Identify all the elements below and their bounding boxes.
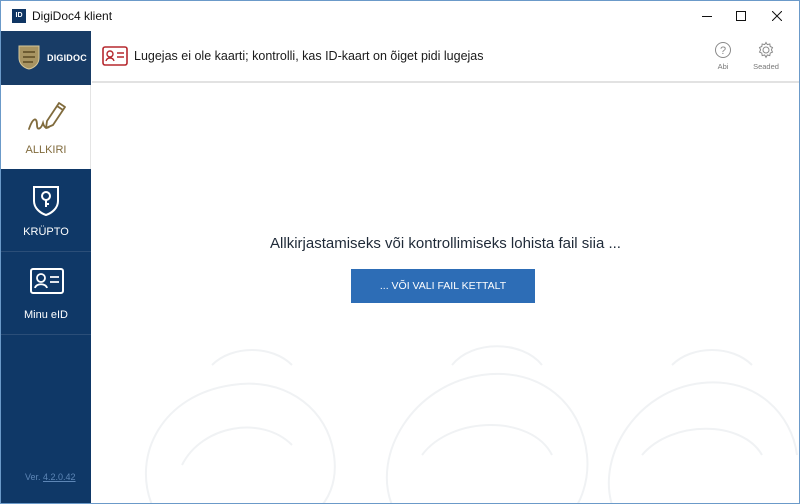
close-icon bbox=[772, 11, 782, 21]
sidebar-item-label: KRÜPTO bbox=[23, 226, 69, 238]
brand-name: DIGIDOC bbox=[47, 53, 87, 63]
window-title: DigiDoc4 klient bbox=[32, 9, 113, 23]
sidebar-item-crypto[interactable]: KRÜPTO bbox=[1, 169, 91, 252]
card-status-message: Lugejas ei ole kaarti; kontrolli, kas ID… bbox=[134, 49, 484, 63]
version-info: Ver. 4.2.0.42 bbox=[25, 472, 76, 482]
minimize-button[interactable] bbox=[689, 1, 725, 31]
sidebar-item-signature[interactable]: ALLKIRI bbox=[1, 85, 91, 169]
svg-text:?: ? bbox=[720, 45, 726, 57]
drop-zone[interactable]: Allkirjastamiseks või kontrollimiseks lo… bbox=[92, 85, 799, 503]
help-icon: ? bbox=[715, 42, 731, 58]
id-card-warning-icon bbox=[102, 46, 128, 66]
gear-icon bbox=[758, 41, 774, 59]
close-button[interactable] bbox=[759, 1, 795, 31]
coat-of-arms-watermark bbox=[144, 345, 798, 503]
version-link[interactable]: 4.2.0.42 bbox=[43, 472, 76, 482]
maximize-button[interactable] bbox=[723, 1, 759, 31]
id-card-icon bbox=[30, 268, 64, 294]
help-button[interactable]: ? Abi bbox=[703, 41, 743, 75]
minimize-icon bbox=[702, 16, 712, 17]
choose-file-button[interactable]: ... VÕI VALI FAIL KETTALT bbox=[351, 269, 535, 303]
sidebar-item-label: Minu eID bbox=[23, 309, 69, 321]
coat-of-arms-icon bbox=[18, 45, 40, 70]
sidebar-item-my-eid[interactable]: Minu eID bbox=[1, 252, 91, 335]
signature-pen-icon bbox=[28, 102, 66, 130]
settings-label: Seaded bbox=[753, 62, 779, 71]
maximize-icon bbox=[736, 11, 746, 21]
app-logo-icon: ID bbox=[12, 9, 26, 23]
settings-button[interactable]: Seaded bbox=[746, 41, 786, 75]
drop-instruction: Allkirjastamiseks või kontrollimiseks lo… bbox=[270, 235, 621, 252]
app-window: ID DigiDoc4 klient DIGIDOC ALLKIRI KRÜPT… bbox=[0, 0, 800, 504]
sidebar: DIGIDOC ALLKIRI KRÜPTO Minu eID Ver. 4.2… bbox=[1, 31, 91, 503]
sidebar-item-label: ALLKIRI bbox=[25, 144, 67, 156]
version-prefix: Ver. bbox=[25, 472, 44, 482]
title-bar[interactable]: ID DigiDoc4 klient bbox=[1, 1, 799, 31]
notification-header: Lugejas ei ole kaarti; kontrolli, kas ID… bbox=[92, 31, 799, 83]
shield-key-icon bbox=[33, 186, 59, 217]
brand: DIGIDOC bbox=[1, 31, 91, 85]
help-label: Abi bbox=[717, 62, 729, 71]
